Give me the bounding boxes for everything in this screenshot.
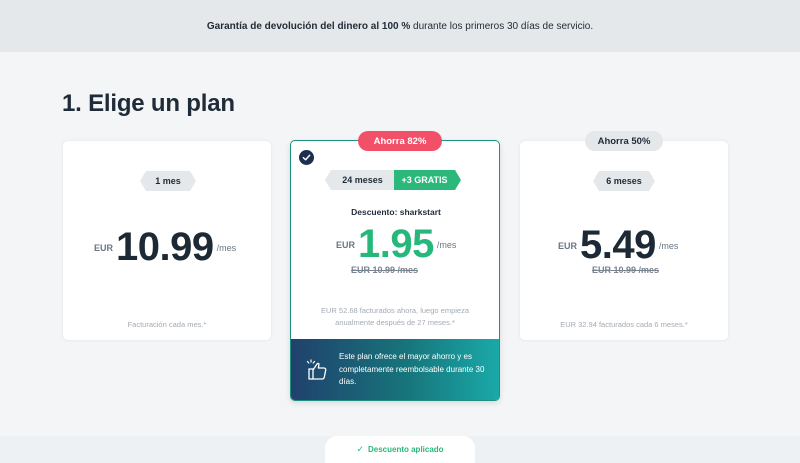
guarantee-rest-text: durante los primeros 30 días de servicio… [410,20,594,32]
price: 10.99 [116,225,214,269]
guarantee-banner: Garantía de devolución del dinero al 100… [0,0,800,52]
plan-label: 24 meses [325,170,394,190]
price-row: EUR 5.49 /mes [558,225,678,265]
discount-applied-text: Descuento aplicado [367,445,444,454]
price-row: EUR 1.95 /mes [336,224,456,264]
selected-check [299,150,314,165]
savings-badge-50: Ahorra 50% [585,131,663,151]
discount-applied-tab[interactable]: ✓ Descuento aplicado [325,436,475,463]
plan-card-1-month[interactable]: 1 mes EUR 10.99 /mes Facturación cada me… [63,141,271,340]
billing-note: Facturación cada mes.* [127,320,207,329]
price-row: EUR 10.99 /mes [94,227,236,267]
currency: EUR [94,243,114,253]
discount-code: Descuento: sharkstart [351,207,441,217]
check-icon [302,154,311,161]
per-month: /mes [216,243,237,253]
currency: EUR [336,240,356,250]
billing-note: EUR 32.94 facturados cada 6 meses.* [560,320,688,329]
promo-text: Este plan ofrece el mayor ahorro y es co… [339,352,485,387]
price: 1.95 [358,222,434,266]
per-month: /mes [658,241,679,251]
guarantee-bold-text: Garantía de devolución del dinero al 100… [206,20,411,32]
plan-label: 1 mes [140,171,196,191]
billing-note: EUR 52.68 facturados ahora, luego empiez… [320,306,469,327]
per-month: /mes [436,240,457,250]
bonus-badge: +3 GRATIS [394,170,461,190]
price: 5.49 [580,223,656,267]
plan-label: 6 meses [593,171,655,191]
tick-icon: ✓ [356,444,364,454]
old-price: EUR 10.99 /mes [592,265,660,275]
savings-badge-82: Ahorra 82% [358,131,442,151]
plan-card-6-months[interactable]: 6 meses EUR 5.49 /mes EUR 10.99 /mes EUR… [520,141,728,340]
page-title: 1. Elige un plan [62,90,235,117]
currency: EUR [558,241,578,251]
old-price: EUR 10.99 /mes [351,265,419,275]
promo-banner: Este plan ofrece el mayor ahorro y es co… [291,339,499,400]
thumbs-up-icon [306,359,327,380]
